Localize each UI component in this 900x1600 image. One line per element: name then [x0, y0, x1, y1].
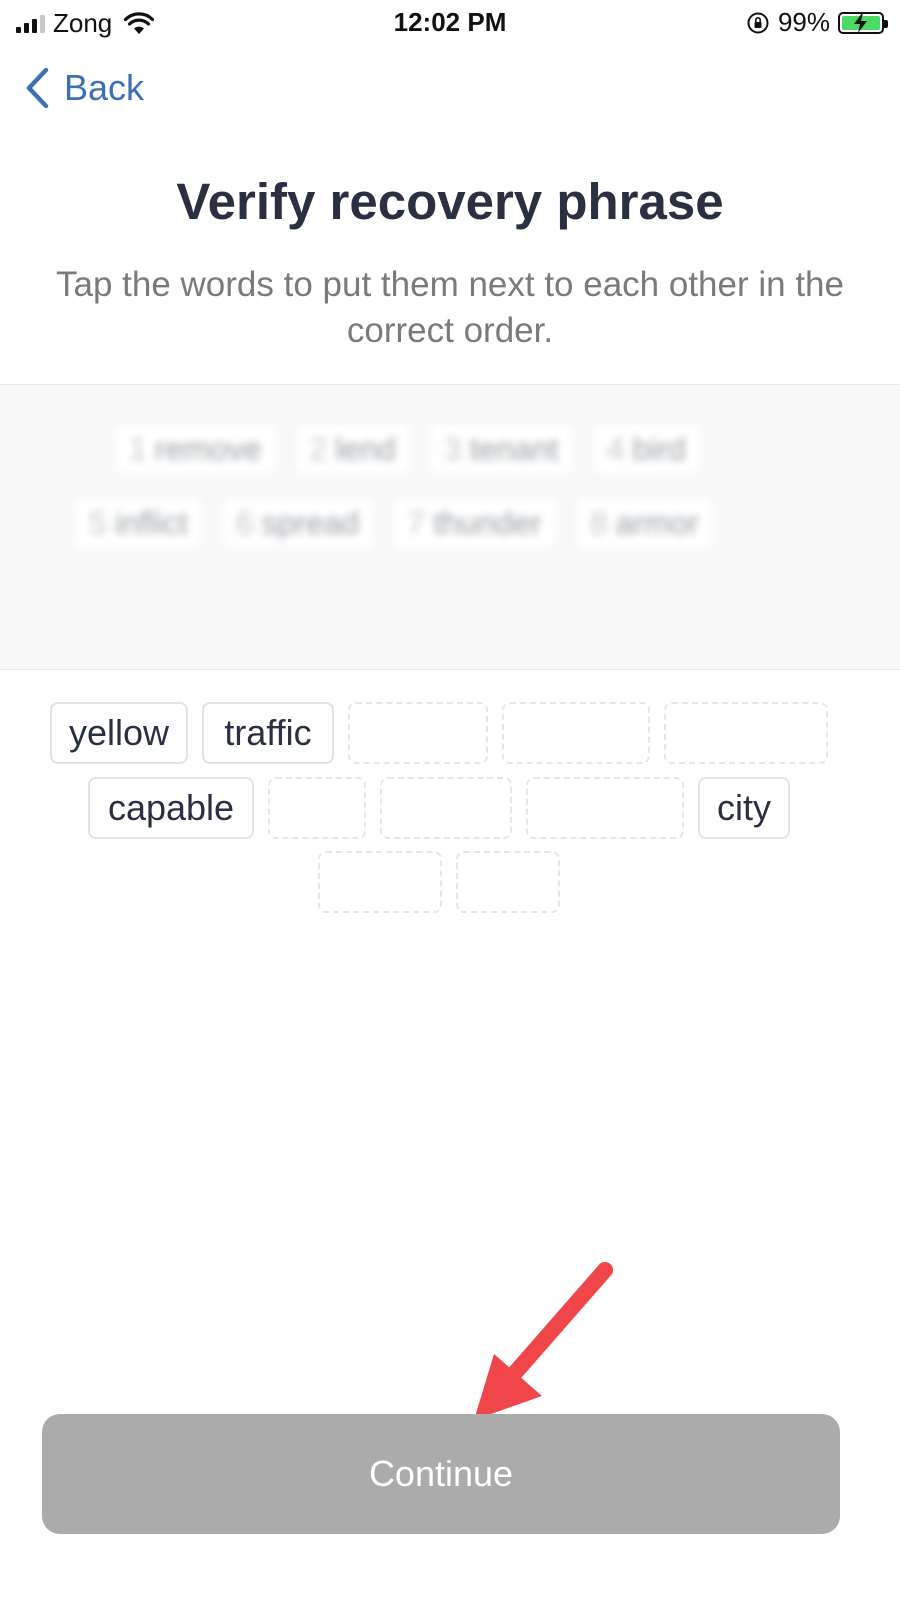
- verify-recovery-phrase-screen: Zong 12:02 PM 99% Back Verify recovery p…: [0, 0, 900, 1600]
- selected-word-chip[interactable]: 3 tenant: [428, 423, 574, 475]
- page-subtitle: Tap the words to put them next to each o…: [56, 265, 844, 350]
- empty-word-slot[interactable]: [664, 702, 828, 764]
- selected-word-chip[interactable]: 6 spread: [220, 497, 375, 549]
- word-text: thunder: [433, 504, 542, 541]
- back-label: Back: [64, 67, 145, 108]
- selected-word-chip[interactable]: 5 inflict: [74, 497, 203, 549]
- word-text: inflict: [114, 504, 188, 541]
- page-title: Verify recovery phrase: [176, 173, 724, 230]
- selected-row: 1 remove 2 lend 3 tenant 4 bird: [114, 423, 701, 475]
- empty-word-slot[interactable]: [348, 702, 488, 764]
- word-number: 1: [129, 430, 147, 467]
- word-bank-row: yellow traffic: [50, 702, 828, 764]
- chevron-left-icon: [26, 67, 49, 109]
- word-text: spread: [261, 504, 360, 541]
- word-text: tenant: [469, 430, 559, 467]
- orientation-lock-icon: [747, 12, 769, 33]
- word-number: 5: [89, 504, 107, 541]
- word-chip[interactable]: yellow: [50, 702, 188, 764]
- word-text: bird: [632, 430, 686, 467]
- selected-row: 5 inflict 6 spread 7 thunder 8 armor: [74, 497, 715, 549]
- selected-word-chip[interactable]: 7 thunder: [392, 497, 557, 549]
- back-button[interactable]: Back: [24, 66, 144, 110]
- empty-word-slot[interactable]: [268, 777, 366, 839]
- word-chip[interactable]: capable: [88, 777, 254, 839]
- annotation-arrow: [474, 1262, 613, 1420]
- word-number: 4: [606, 430, 625, 467]
- word-number: 7: [407, 504, 426, 541]
- selected-word-chip[interactable]: 1 remove: [114, 423, 277, 475]
- selected-word-chip[interactable]: 2 lend: [294, 423, 411, 475]
- battery-percent: 99%: [777, 7, 830, 37]
- word-number: 8: [589, 504, 608, 541]
- selected-phrase-area: 1 remove 2 lend 3 tenant 4 bird 5 inflict 6 sp…: [0, 384, 900, 670]
- battery-icon: [838, 11, 888, 34]
- selected-word-chip[interactable]: 8 armor: [574, 497, 715, 549]
- word-text: lend: [335, 430, 396, 467]
- word-chip[interactable]: city: [698, 777, 790, 839]
- empty-word-slot[interactable]: [502, 702, 650, 764]
- word-number: 3: [443, 430, 462, 467]
- word-number: 2: [309, 430, 328, 467]
- word-text: remove: [154, 430, 262, 467]
- word-chip[interactable]: traffic: [202, 702, 334, 764]
- status-bar: Zong 12:02 PM 99%: [0, 0, 900, 46]
- selected-word-chip[interactable]: 4 bird: [591, 423, 701, 475]
- word-text: armor: [615, 504, 700, 541]
- empty-word-slot[interactable]: [318, 851, 442, 913]
- status-right: 99%: [746, 7, 888, 38]
- word-bank-row: capable city: [88, 777, 790, 839]
- word-bank-row: [318, 851, 560, 913]
- empty-word-slot[interactable]: [380, 777, 512, 839]
- charging-bolt-icon: [854, 12, 867, 33]
- empty-word-slot[interactable]: [526, 777, 684, 839]
- word-number: 6: [235, 504, 254, 541]
- empty-word-slot[interactable]: [456, 851, 560, 913]
- continue-button[interactable]: Continue: [42, 1414, 840, 1534]
